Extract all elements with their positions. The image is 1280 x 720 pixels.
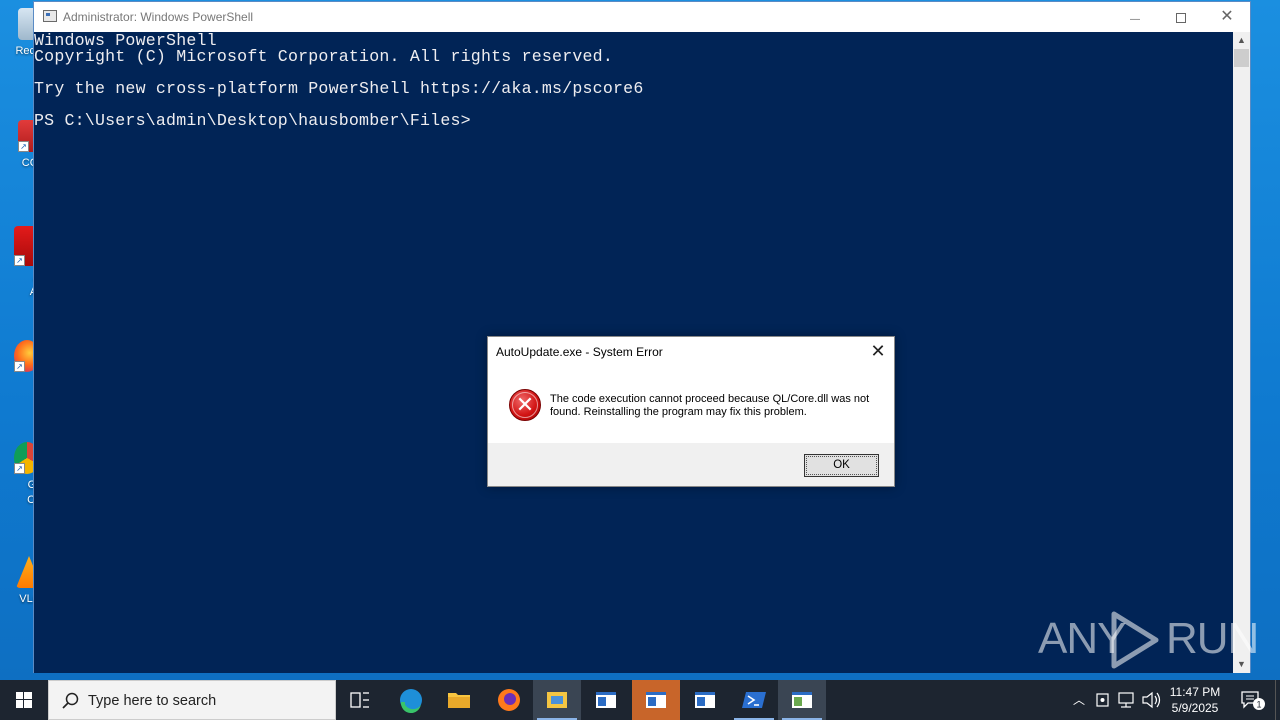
notification-icon: 1 [1241,691,1265,710]
title-bar[interactable]: Administrator: Windows PowerShell — ✕ [34,2,1250,32]
shortcut-arrow-icon: ↗ [18,141,29,152]
window-app-icon [695,692,715,708]
minimize-icon: — [1130,14,1140,25]
show-desktop-button[interactable] [1275,680,1280,720]
tray-chevron-up-icon[interactable]: ︿ [1068,680,1090,720]
powershell-window-icon [43,10,57,22]
vertical-scrollbar[interactable]: ▲ ▼ [1233,32,1250,673]
scroll-up-icon[interactable]: ▲ [1233,32,1250,49]
firefox-icon [498,689,520,711]
taskbar-window-4[interactable] [778,680,826,720]
taskbar-search-box[interactable]: Type here to search [48,680,336,720]
tray-network-icon[interactable] [1116,680,1138,720]
archive-app-icon [547,692,567,708]
maximize-icon [1176,13,1186,24]
taskbar-powershell[interactable] [730,680,778,720]
console-line: Copyright (C) Microsoft Corporation. All… [34,47,613,66]
window-title: Administrator: Windows PowerShell [63,10,254,24]
dialog-title: AutoUpdate.exe - System Error [496,345,663,359]
taskbar: Type here to search ︿ 11:47 PM 5/9/2025 … [0,680,1280,720]
folder-icon [448,693,470,708]
search-placeholder: Type here to search [88,693,217,709]
tray-security-icon[interactable] [1093,680,1113,720]
tray-volume-icon[interactable] [1140,680,1162,720]
taskbar-window-2[interactable] [632,680,680,720]
watermark-text-right: RUN [1166,614,1259,663]
window-app-icon [596,692,616,708]
close-icon: ✕ [1220,8,1234,25]
start-button[interactable] [0,680,48,720]
close-button[interactable]: ✕ [1204,2,1250,32]
error-icon-glyph: ✕ [515,392,535,417]
console-prompt: PS C:\Users\admin\Desktop\hausbomber\Fil… [34,111,471,130]
taskbar-firefox[interactable] [485,680,533,720]
dialog-message: The code execution cannot proceed becaus… [550,393,870,418]
taskbar-window-1[interactable] [582,680,630,720]
scrollbar-thumb[interactable] [1234,49,1249,67]
shortcut-arrow-icon: ↗ [14,361,25,372]
window-app-icon [792,692,812,708]
notification-count: 1 [1256,700,1261,710]
powershell-icon [742,692,766,708]
clock-date: 5/9/2025 [1171,701,1219,715]
dialog-close-icon[interactable]: ✕ [868,341,888,361]
window-app-icon [646,692,666,708]
console-line: Try the new cross-platform PowerShell ht… [34,79,644,98]
shortcut-arrow-icon: ↗ [14,255,25,266]
system-error-dialog[interactable]: AutoUpdate.exe - System Error ✕ ✕ The co… [487,336,895,487]
taskbar-window-3[interactable] [681,680,729,720]
taskbar-app-archive[interactable] [533,680,581,720]
action-center-button[interactable]: 1 [1234,680,1274,720]
search-icon [62,692,79,709]
edge-icon [400,689,422,714]
windows-logo-icon [16,692,32,708]
error-icon: ✕ [509,389,541,421]
minimize-button[interactable]: — [1112,2,1158,32]
task-view-icon [350,692,369,708]
maximize-button[interactable] [1158,2,1204,32]
taskbar-edge[interactable] [387,680,435,720]
ok-button[interactable]: OK [804,454,879,477]
dialog-footer: OK [488,443,894,486]
play-logo-icon [1111,611,1159,669]
taskbar-file-explorer[interactable] [435,680,483,720]
task-view-button[interactable] [336,680,384,720]
taskbar-clock[interactable]: 11:47 PM 5/9/2025 [1160,684,1230,716]
shortcut-arrow-icon: ↗ [14,463,25,474]
clock-time: 11:47 PM [1169,685,1221,699]
